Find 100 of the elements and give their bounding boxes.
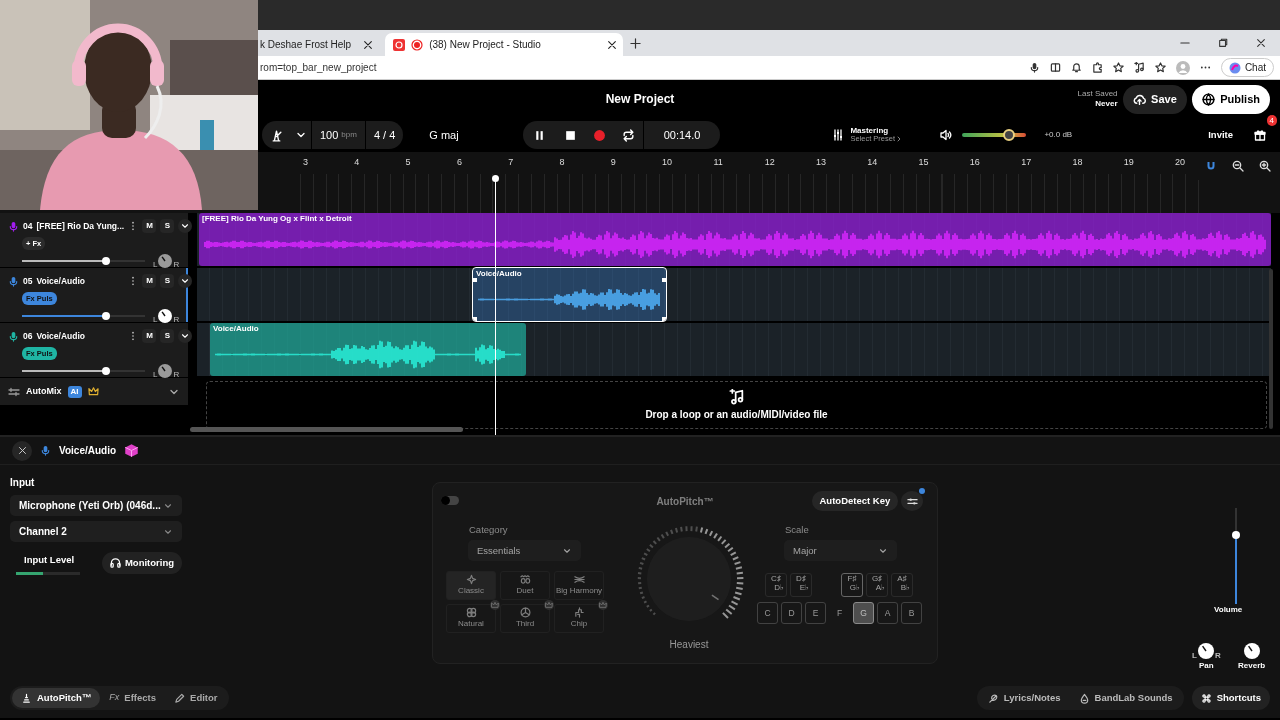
pan-right-label: R <box>173 370 180 379</box>
pan-knob[interactable] <box>157 362 174 379</box>
tempo-unit: bpm <box>341 129 357 141</box>
track-name[interactable]: Voice/Audio <box>36 329 125 343</box>
solo-button[interactable]: S <box>160 219 175 233</box>
resize-handle[interactable] <box>662 317 666 321</box>
track-name[interactable]: Voice/Audio <box>36 274 125 288</box>
key-button[interactable]: C <box>757 602 778 625</box>
key-button[interactable]: F♯ G♭ <box>841 573 863 598</box>
resize-handle[interactable] <box>662 278 666 282</box>
reader-icon[interactable] <box>1049 62 1061 73</box>
resize-handle[interactable] <box>473 317 477 321</box>
music-icon[interactable] <box>1133 62 1145 73</box>
new-tab-icon[interactable] <box>630 37 642 49</box>
track-name[interactable]: [FREE] Rio Da Yung... <box>36 219 125 233</box>
resize-handle[interactable] <box>473 278 477 282</box>
category-label: Category <box>469 523 509 537</box>
key-button[interactable]: B <box>901 602 922 625</box>
mic-icon[interactable] <box>1028 62 1040 73</box>
channel-dropdown[interactable]: Channel 2 <box>10 521 182 542</box>
mute-button[interactable]: M <box>142 274 157 288</box>
crown-icon <box>491 601 499 610</box>
sliders-icon <box>832 129 845 141</box>
music-add-icon <box>728 388 745 405</box>
zoom-out-icon[interactable] <box>1232 160 1244 172</box>
bar-number: 4 <box>353 156 361 170</box>
input-level-label: Input Level <box>24 554 75 565</box>
key-button[interactable]: G♯ A♭ <box>866 573 888 598</box>
pan-knob[interactable] <box>157 307 174 324</box>
monitoring-button[interactable]: Monitoring <box>101 551 182 574</box>
key-button[interactable]: D♯ E♭ <box>790 573 812 598</box>
zoom-in-icon[interactable] <box>1258 160 1271 172</box>
harmony-icon <box>573 574 585 586</box>
mute-button[interactable]: M <box>142 219 157 233</box>
preset-tile[interactable]: Duet <box>500 571 550 601</box>
pan-knob[interactable] <box>1196 642 1215 660</box>
close-button[interactable] <box>12 440 32 461</box>
panel-tab[interactable]: Fx Effects <box>100 688 166 708</box>
save-button[interactable]: Save <box>1123 84 1187 114</box>
browser-tab[interactable]: k Deshae Frost Help <box>258 33 380 56</box>
scale-label: Scale <box>785 523 810 537</box>
key-button[interactable]: F <box>829 602 850 625</box>
expand-button[interactable] <box>178 219 193 233</box>
category-dropdown[interactable]: Essentials <box>468 540 581 562</box>
favorite-icon[interactable] <box>1112 62 1124 73</box>
bar-number: 17 <box>1020 156 1033 170</box>
key-button[interactable]: D <box>781 602 802 625</box>
copilot-icon <box>1228 61 1241 74</box>
mute-button[interactable]: M <box>142 329 157 343</box>
favorites-icon[interactable] <box>1154 62 1166 73</box>
preset-tile[interactable]: Classic <box>446 571 496 601</box>
key-button[interactable]: A♯ B♭ <box>891 573 913 598</box>
close-icon[interactable] <box>363 39 374 50</box>
invite-button[interactable]: Invite <box>1199 124 1242 146</box>
cloud-upload-icon <box>1133 92 1147 106</box>
master-volume-slider[interactable] <box>962 129 1027 141</box>
reverb-knob[interactable] <box>1242 642 1261 660</box>
volume-slider[interactable] <box>22 369 145 372</box>
loop-icon <box>621 128 635 142</box>
scale-dropdown[interactable]: Major <box>784 540 897 562</box>
bell-icon[interactable] <box>1070 62 1082 73</box>
audio-clip[interactable]: Voice/Audio <box>210 323 526 376</box>
panel-action-button[interactable]: Lyrics/Notes <box>978 688 1070 708</box>
panel-action-button[interactable]: BandLab Sounds <box>1069 688 1182 708</box>
publish-button[interactable]: Publish <box>1192 84 1270 114</box>
tempo-value[interactable]: 100 <box>320 126 339 144</box>
key-button[interactable]: E <box>805 602 826 625</box>
magnet-icon[interactable] <box>1205 160 1218 172</box>
input-device-dropdown[interactable]: Microphone (Yeti Orb) (046d... <box>10 495 182 516</box>
settings-button[interactable] <box>901 491 923 511</box>
time-signature[interactable]: 4 / 4 <box>365 121 404 149</box>
expand-button[interactable] <box>178 274 193 288</box>
browser-tab[interactable]: (38) New Project - Studio <box>385 33 623 56</box>
key-button[interactable]: A <box>877 602 898 625</box>
expand-button[interactable] <box>178 329 193 343</box>
close-icon[interactable] <box>606 39 617 50</box>
autopitch-toggle[interactable] <box>441 495 459 505</box>
playhead-handle[interactable] <box>492 175 499 182</box>
preset-tile[interactable]: Big Harmony <box>554 571 604 601</box>
panel-action-button[interactable]: Shortcuts <box>1191 686 1270 710</box>
solo-button[interactable]: S <box>160 274 175 288</box>
panel-tab[interactable]: AutoPitch™ <box>12 688 101 708</box>
volume-slider[interactable] <box>22 314 145 317</box>
audio-clip[interactable]: [FREE] Rio Da Yung Og x Flint x Detroit <box>199 213 1271 266</box>
extensions-icon[interactable] <box>1091 62 1103 73</box>
pan-knob[interactable] <box>157 252 174 269</box>
bar-number: 7 <box>507 156 515 170</box>
autodetect-key-button[interactable]: AutoDetect Key <box>811 491 899 511</box>
chat-button[interactable]: Chat <box>1220 58 1274 77</box>
address-bar[interactable]: rom=top_bar_new_project <box>260 60 1019 75</box>
key-button[interactable]: G maj <box>413 121 475 149</box>
restore-icon[interactable] <box>1218 38 1228 48</box>
volume-slider[interactable] <box>22 259 145 262</box>
key-button[interactable]: G <box>853 602 874 625</box>
solo-button[interactable]: S <box>160 329 175 343</box>
panel-tab[interactable]: Editor <box>165 688 227 708</box>
horizontal-scrollbar[interactable] <box>190 427 463 432</box>
close-icon[interactable] <box>1256 38 1266 48</box>
key-button[interactable]: C♯ D♭ <box>765 573 787 598</box>
vertical-scrollbar[interactable] <box>1269 269 1273 429</box>
